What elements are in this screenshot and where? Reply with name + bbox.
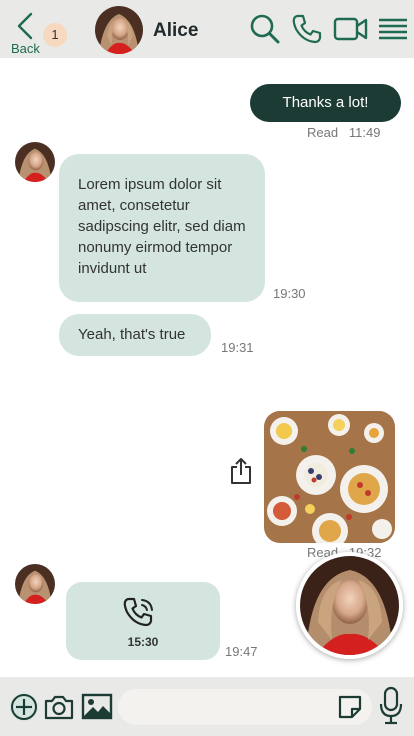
contact-avatar[interactable] — [95, 6, 143, 54]
sender-avatar — [15, 564, 55, 604]
message-bubble-incoming[interactable]: Yeah, that's true — [59, 314, 211, 356]
message-bubble-incoming[interactable]: Lorem ipsum dolor sit amet, consetetur s… — [59, 154, 265, 302]
message-time: 19:30 — [273, 286, 306, 301]
message-meta: Read 11:49 — [307, 125, 381, 140]
plus-icon — [11, 694, 37, 720]
call-message-bubble[interactable]: 15:30 — [66, 582, 220, 660]
phone-call-icon — [123, 597, 153, 627]
message-time: 19:31 — [221, 340, 254, 355]
shared-food-photo[interactable] — [264, 411, 395, 543]
message-input[interactable] — [118, 689, 372, 725]
image-icon[interactable] — [81, 692, 113, 720]
video-camera-icon[interactable] — [333, 13, 369, 45]
contact-name: Alice — [153, 20, 199, 41]
menu-icon[interactable] — [377, 13, 409, 45]
phone-icon[interactable] — [291, 13, 323, 45]
call-duration: 15:30 — [127, 635, 159, 649]
share-icon[interactable] — [229, 456, 253, 486]
search-icon[interactable] — [249, 13, 281, 45]
camera-icon[interactable] — [43, 693, 75, 721]
video-call-preview[interactable] — [296, 552, 403, 659]
sender-avatar — [15, 142, 55, 182]
back-label: Back — [11, 41, 40, 56]
read-status: Read — [307, 125, 339, 140]
microphone-icon[interactable] — [378, 686, 404, 726]
chevron-left-icon — [17, 12, 33, 40]
message-bubble-outgoing[interactable]: Thanks a lot! — [250, 84, 401, 122]
message-time: 19:47 — [225, 644, 258, 659]
unread-badge: 1 — [43, 23, 67, 47]
back-button[interactable]: 1 Back — [10, 10, 70, 56]
sticker-icon[interactable] — [337, 694, 363, 720]
composer-bar — [0, 677, 414, 736]
add-attachment-button[interactable] — [10, 693, 38, 721]
message-time: 11:49 — [348, 125, 381, 140]
chat-header: 1 Back Alice — [0, 0, 414, 58]
